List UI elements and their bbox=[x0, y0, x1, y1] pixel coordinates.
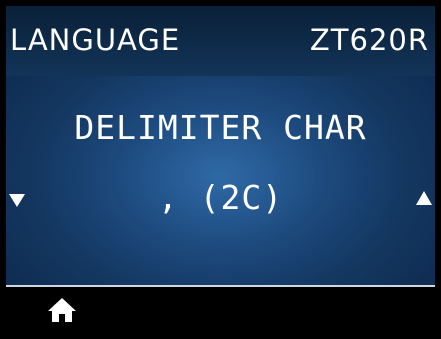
home-icon[interactable] bbox=[46, 296, 78, 324]
printer-model: ZT620R bbox=[309, 23, 429, 57]
printer-display: LANGUAGE ZT620R DELIMITER CHAR , (2C) bbox=[6, 6, 435, 333]
setting-value: , (2C) bbox=[157, 178, 284, 217]
setting-name: DELIMITER CHAR bbox=[74, 108, 367, 147]
bottom-bar bbox=[6, 287, 435, 333]
menu-title: LANGUAGE bbox=[10, 23, 181, 57]
up-triangle-icon[interactable] bbox=[413, 188, 435, 210]
header-bar: LANGUAGE ZT620R bbox=[6, 6, 435, 76]
